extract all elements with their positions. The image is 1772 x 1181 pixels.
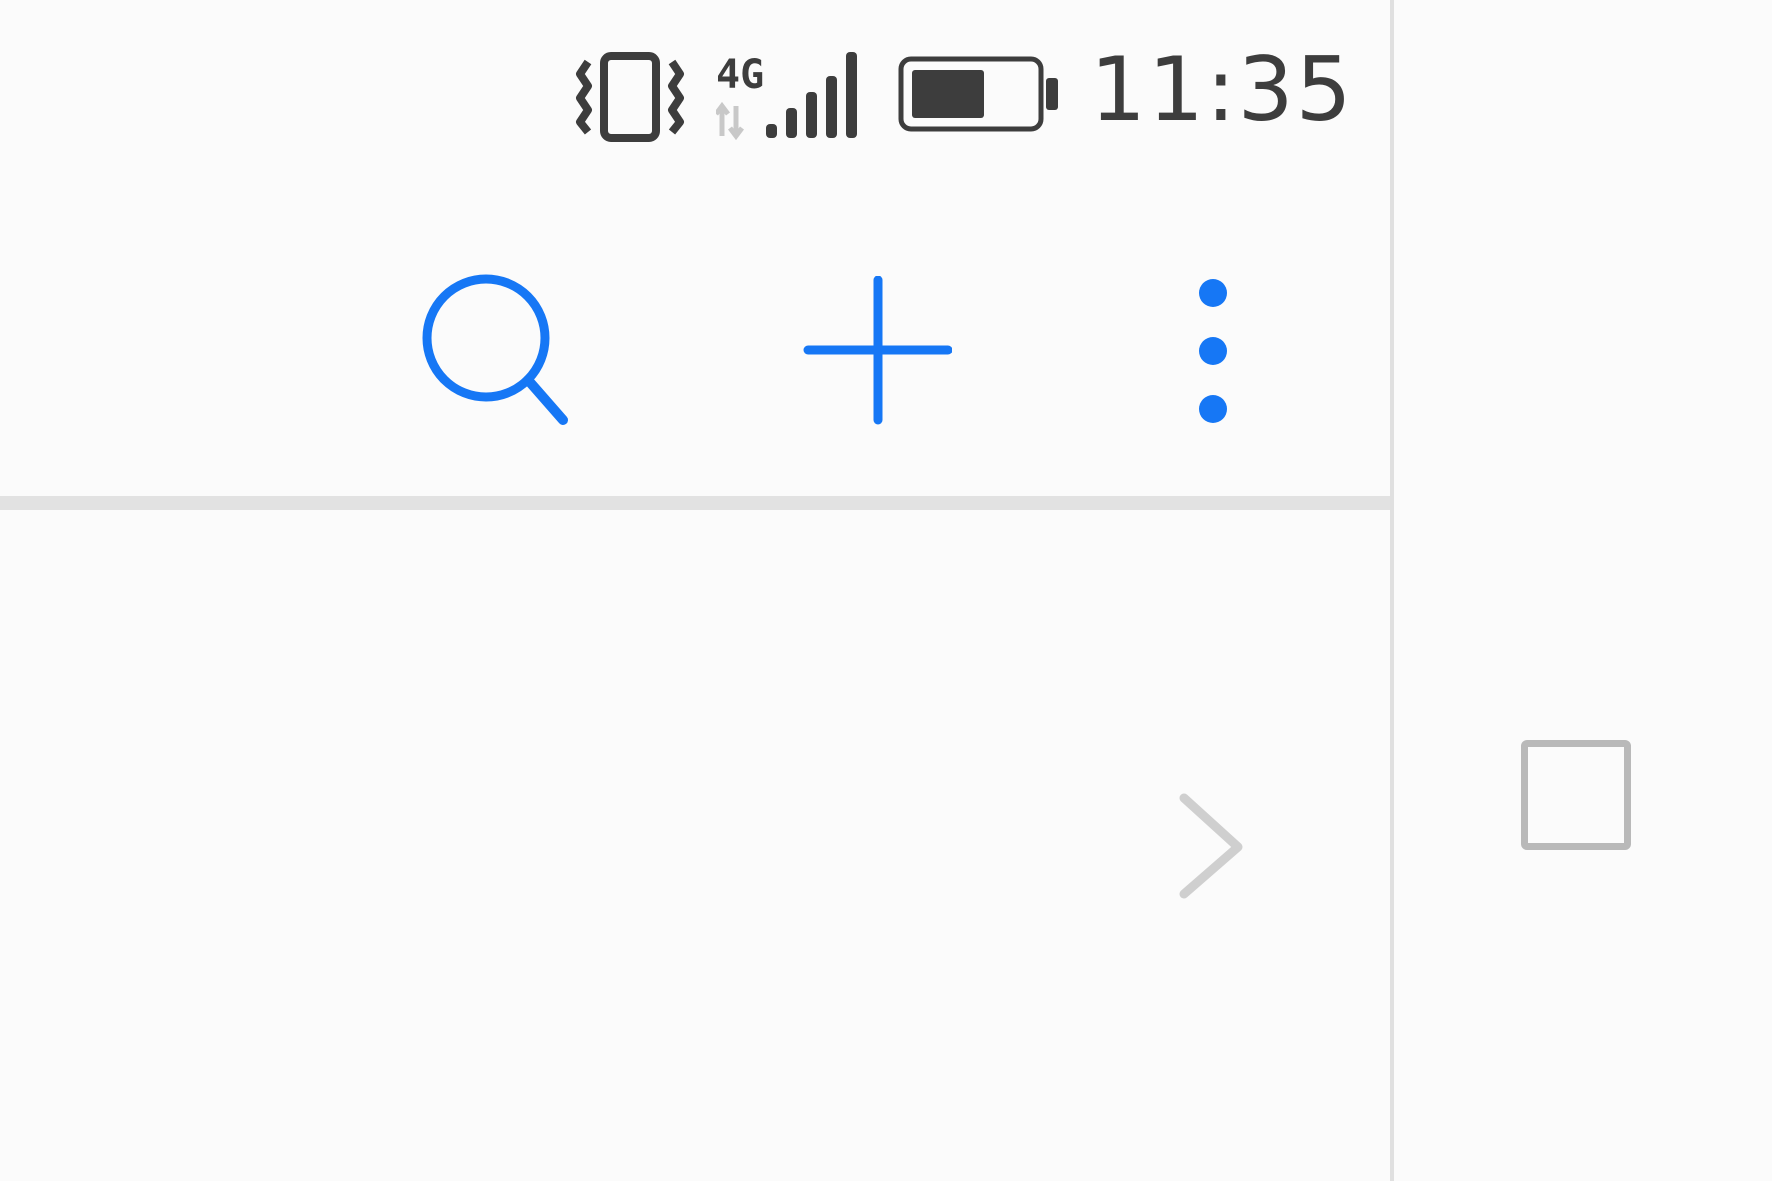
main-pane: 4G 11:35 xyxy=(0,0,1390,1181)
add-button[interactable] xyxy=(800,276,952,428)
network-type-label: 4G xyxy=(716,52,764,98)
chevron-right-icon[interactable] xyxy=(1170,790,1246,900)
more-options-button[interactable] xyxy=(1180,270,1250,430)
toolbar-divider xyxy=(0,496,1390,510)
side-pane xyxy=(1394,0,1772,1181)
battery-icon xyxy=(898,56,1058,132)
vibrate-icon xyxy=(576,52,684,142)
status-bar: 4G 11:35 xyxy=(0,0,1390,200)
add-icon xyxy=(803,276,952,425)
screen: 4G 11:35 xyxy=(0,0,1772,1181)
checkbox[interactable] xyxy=(1521,740,1631,850)
clock: 11:35 xyxy=(1090,38,1354,141)
search-icon xyxy=(422,274,568,425)
more-options-icon xyxy=(1199,279,1227,423)
search-button[interactable] xyxy=(410,268,580,438)
signal-4g-icon: 4G xyxy=(716,52,857,140)
